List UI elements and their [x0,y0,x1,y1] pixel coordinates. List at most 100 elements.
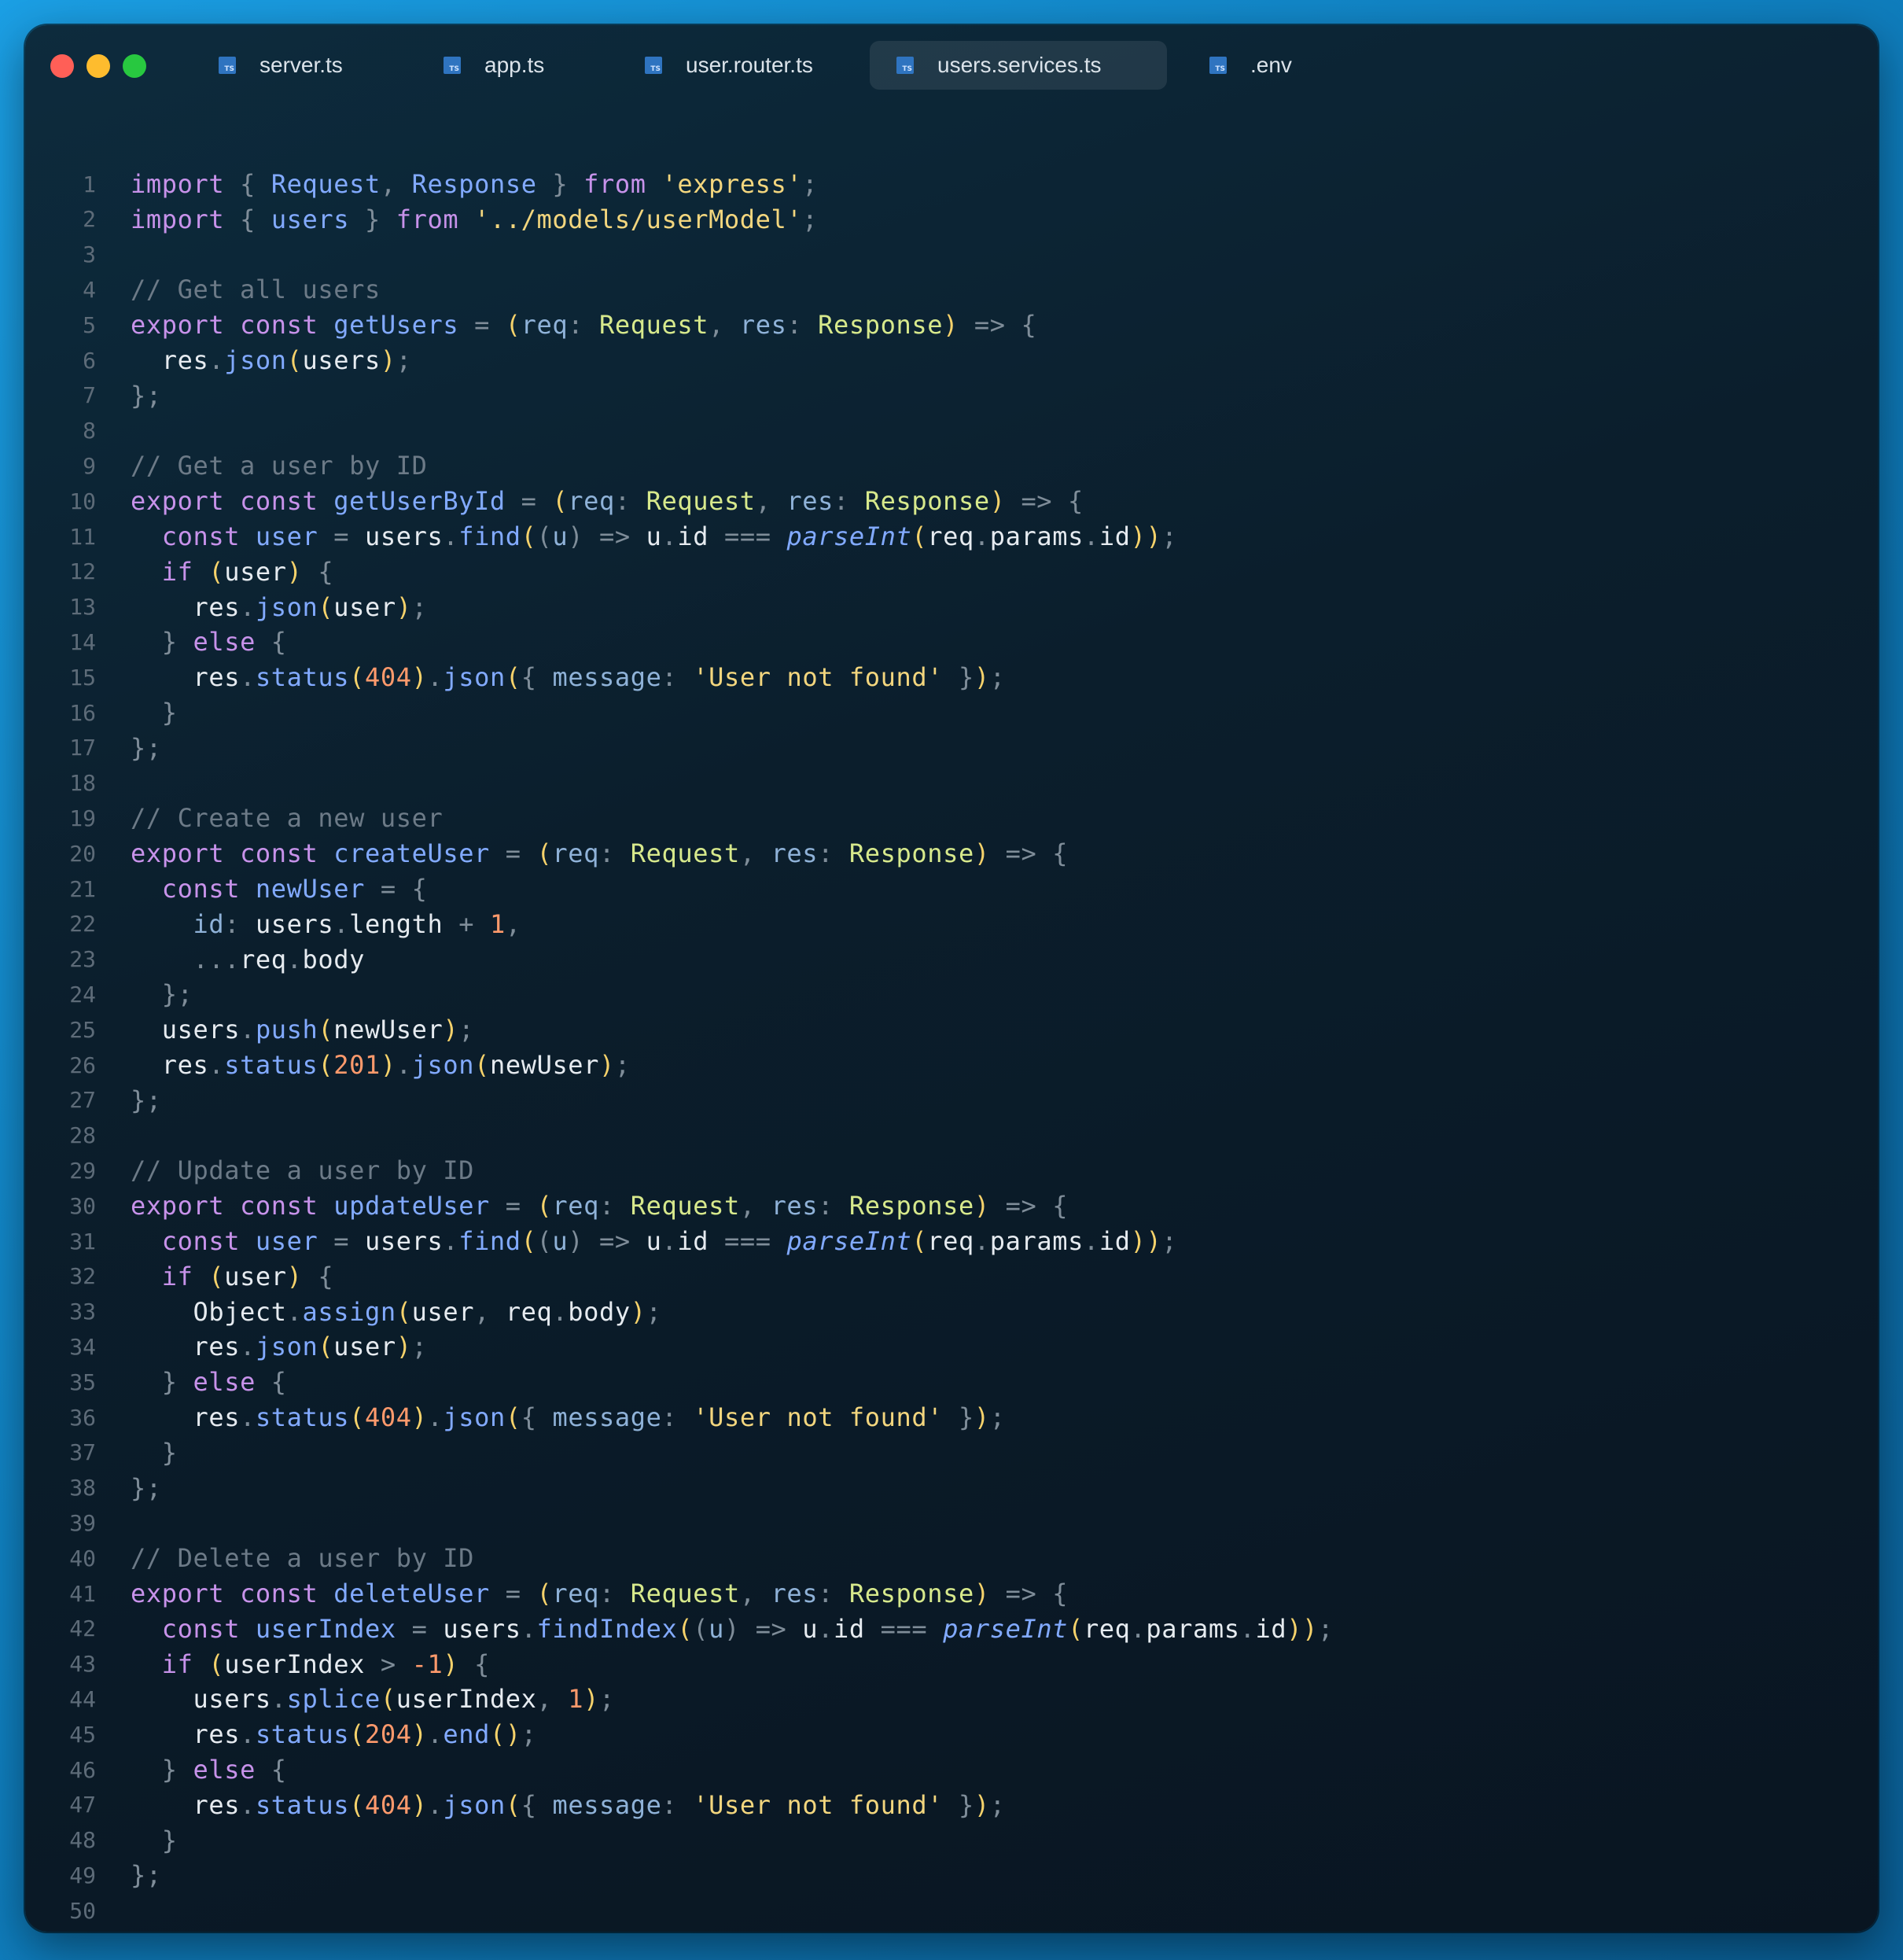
code-token: } [131,1755,178,1785]
code-line[interactable]: 37 } [25,1435,1878,1470]
code-line[interactable]: 34 res.json(user); [25,1329,1878,1364]
maximize-window-button[interactable] [123,54,146,78]
code-token: const [131,521,241,551]
tab-app-ts[interactable]: TS app.ts [417,41,617,90]
code-line[interactable]: 39 [25,1505,1878,1540]
code-token: ) [396,1332,412,1362]
close-window-button[interactable] [50,54,74,78]
code-line[interactable]: 26 res.status(201).json(newUser); [25,1048,1878,1082]
code-line[interactable]: 41 export const deleteUser = (req: Reques… [25,1576,1878,1611]
code-line[interactable]: 16 } [25,695,1878,730]
code-line[interactable]: 18 [25,766,1878,801]
code-line[interactable]: 6 res.json(users); [25,343,1878,378]
code-token: if [131,1261,193,1291]
code-line[interactable]: 2 import { users } from '../models/userMo… [25,202,1878,237]
code-line[interactable]: 38}; [25,1471,1878,1505]
code-line[interactable]: 4 // Get all users [25,272,1878,307]
code-line[interactable]: 29 // Update a user by ID [25,1153,1878,1188]
line-number: 4 [83,276,96,303]
code-token: user [224,556,287,587]
code-line[interactable]: 31 const user = users.find((u) => u.id =… [25,1224,1878,1258]
code-line[interactable]: 11 const user = users.find((u) => u.id =… [25,519,1878,554]
code-line[interactable]: 20 export const createUser = (req: Reques… [25,836,1878,871]
line-number: 27 [69,1087,96,1114]
line-number: 29 [69,1157,96,1184]
code-token: ( [318,1050,334,1080]
code-line[interactable]: 17}; [25,731,1878,765]
code-token: deleteUser [318,1579,490,1608]
code-token: ; [411,591,428,622]
code-line[interactable]: 15 res.status(404).json({ message: 'User… [25,660,1878,694]
code-token: ... [131,944,241,974]
code-line[interactable]: 12 if (user) { [25,554,1878,589]
tab-users-services-ts[interactable]: TS users.services.ts [870,41,1167,90]
code-line[interactable]: 47 res.status(404).json({ message: 'User… [25,1788,1878,1822]
tab-server-ts[interactable]: TS server.ts [192,41,407,90]
code-token: push [255,1015,318,1045]
code-line[interactable]: 1 import { Request, Response } from 'expr… [25,167,1878,201]
code-token: else [177,1367,256,1398]
code-line[interactable]: 5 export const getUsers = (req: Request, … [25,308,1878,342]
tab-user-router-ts[interactable]: TS user.router.ts [618,41,881,90]
code-token: ( [911,521,928,551]
code-token: ) [974,1579,990,1608]
code-line[interactable]: 22 id: users.length + 1, [25,907,1878,941]
code-line[interactable]: 46 } else { [25,1752,1878,1787]
line-number: 16 [69,699,96,726]
code-line[interactable]: 45 res.status(204).end(); [25,1717,1878,1752]
code-line[interactable]: 36 res.status(404).json({ message: 'User… [25,1400,1878,1435]
code-token: ( [489,310,521,341]
code-token: users [240,908,334,939]
code-line[interactable]: 33 Object.assign(user, req.body); [25,1295,1878,1329]
line-number: 23 [69,946,96,973]
code-token: ; [989,662,1006,693]
code-token: ) [583,1684,600,1715]
code-token: { [302,556,334,587]
code-token: , [739,1579,756,1608]
code-line[interactable]: 43 if (userIndex > -1) { [25,1647,1878,1682]
code-token: Response [848,486,990,517]
code-line[interactable]: 13 res.json(user); [25,590,1878,624]
code-line[interactable]: 24 }; [25,977,1878,1011]
code-line[interactable]: 40 // Delete a user by ID [25,1541,1878,1575]
code-line[interactable]: 9 // Get a user by ID [25,448,1878,483]
code-line[interactable]: 14 } else { [25,624,1878,659]
code-text: // Update a user by ID [131,1155,474,1185]
code-line[interactable]: 3 [25,238,1878,272]
code-line[interactable]: 28 [25,1118,1878,1153]
code-token: } [943,1789,974,1820]
code-line[interactable]: 32 if (user) { [25,1259,1878,1294]
code-token: id [1099,1226,1131,1256]
code-token: { [1005,310,1037,341]
code-token: res [131,345,209,375]
code-token: : [661,1402,678,1432]
code-token: 404 [365,1789,412,1820]
code-text: const user = users.find((u) => u.id === … [131,521,1177,551]
code-token: }; [131,380,162,411]
code-text: ...req.body [131,945,365,974]
code-line[interactable]: 21 const newUser = { [25,871,1878,906]
code-line[interactable]: 8 [25,414,1878,448]
code-token: : [599,838,615,869]
code-line[interactable]: 50 [25,1893,1878,1928]
code-line[interactable]: 27}; [25,1083,1878,1118]
code-token: . [521,1613,537,1644]
tab-env[interactable]: TS .env [1183,41,1351,90]
code-line[interactable]: 25 users.push(newUser); [25,1012,1878,1047]
code-line[interactable]: 19 // Create a new user [25,801,1878,835]
code-token: . [240,1332,256,1362]
code-text: export const deleteUser = (req: Request,… [131,1579,1068,1608]
code-token: 204 [365,1719,412,1750]
minimize-window-button[interactable] [86,54,110,78]
code-token: ( [318,1332,334,1362]
code-line[interactable]: 42 const userIndex = users.findIndex((u)… [25,1612,1878,1646]
code-line[interactable]: 44 users.splice(userIndex, 1); [25,1682,1878,1716]
code-line[interactable]: 10 export const getUserById = (req: Reque… [25,484,1878,518]
code-line[interactable]: 7}; [25,378,1878,413]
code-line[interactable]: 48 } [25,1823,1878,1858]
code-line[interactable]: 30 export const updateUser = (req: Reques… [25,1188,1878,1223]
code-line[interactable]: 23 ...req.body [25,942,1878,977]
code-token: res [131,1332,241,1362]
code-line[interactable]: 35 } else { [25,1365,1878,1399]
code-line[interactable]: 49}; [25,1858,1878,1892]
